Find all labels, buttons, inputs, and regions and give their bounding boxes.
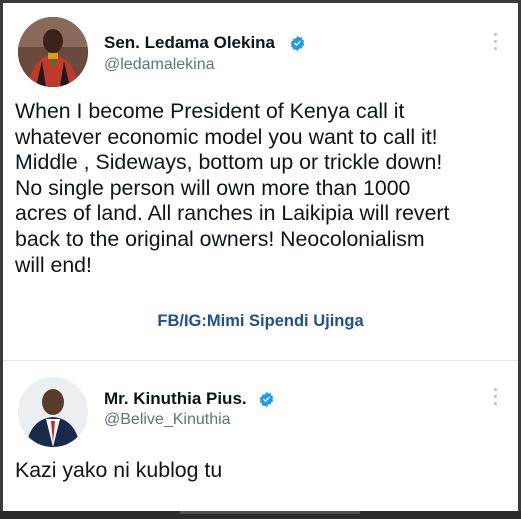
avatar[interactable]	[18, 377, 88, 447]
verified-badge-icon	[290, 36, 305, 51]
more-options-icon[interactable]	[494, 388, 498, 406]
screenshot-frame: Sen. Ledama Olekina @ledamalekina When I…	[3, 3, 518, 511]
user-handle[interactable]: @Belive_Kinuthia	[104, 411, 231, 429]
watermark-text: FB/IG:Mimi Sipendi Ujinga	[157, 312, 364, 330]
bottom-edge	[0, 511, 521, 519]
tweet-text-line: When I become President of Kenya call it	[15, 99, 405, 123]
verified-badge-icon	[259, 392, 274, 407]
display-name[interactable]: Sen. Ledama Olekina	[104, 33, 275, 53]
tweet-text-line: back to the original owners! Neocolonial…	[15, 226, 425, 251]
tweet-card[interactable]: Mr. Kinuthia Pius. @Belive_Kinuthia Kazi…	[3, 360, 518, 511]
tweet-card[interactable]: Sen. Ledama Olekina @ledamalekina When I…	[3, 3, 518, 360]
tweet-text-line: No single person will own more than 1000	[15, 175, 411, 200]
user-handle[interactable]: @ledamalekina	[104, 56, 215, 74]
tweet-text-line: whatever economic model you want to call…	[15, 124, 438, 149]
tweet-text-line: Middle , Sideways, bottom up or trickle …	[15, 150, 443, 175]
tweet-text: Kazi yako ni kublog tu	[15, 458, 223, 482]
tweet-text: When I become President of Kenya call it…	[15, 99, 515, 278]
more-options-icon[interactable]	[494, 33, 498, 51]
display-name[interactable]: Mr. Kinuthia Pius.	[104, 389, 247, 409]
tweet-text-line: acres of land. All ranches in Laikipia w…	[15, 201, 450, 226]
avatar[interactable]	[18, 17, 88, 87]
tweet-text-line: will end!	[15, 252, 92, 277]
